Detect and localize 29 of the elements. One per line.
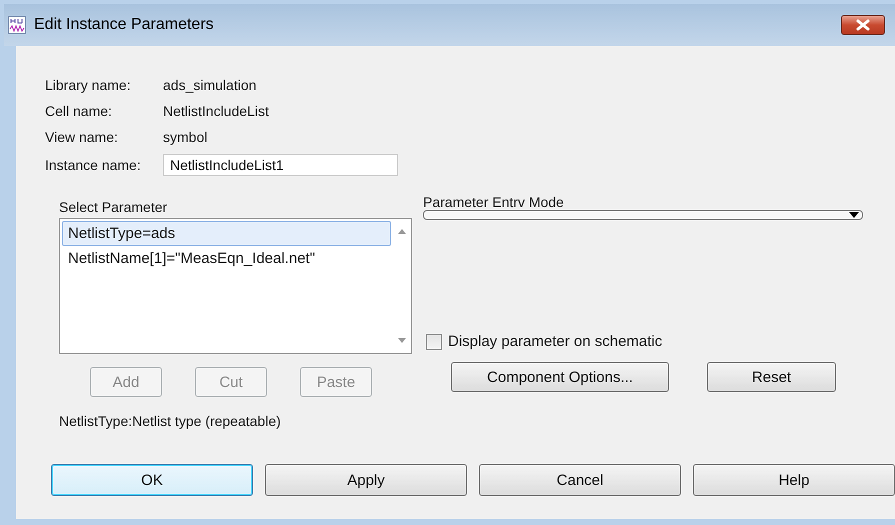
field-value: ads_simulation [163,76,256,95]
dialog-button[interactable]: Apply [265,464,467,496]
scroll-up-icon[interactable] [398,229,406,234]
parameter-item[interactable]: NetlistName[1]="MeasEqn_Ideal.net" [62,246,391,271]
dropdown-caret-icon [849,212,859,218]
parameter-item[interactable]: NetlistType=ads [62,221,391,246]
window-title: Edit Instance Parameters [34,16,215,34]
dialog-button[interactable]: Cancel [479,464,681,496]
close-icon [855,19,871,31]
field-value: symbol [163,128,208,147]
option-button[interactable]: Reset [707,362,836,392]
field-label: Cell name: [45,102,112,121]
entry-mode-dropdown[interactable] [423,210,863,220]
field-label: View name: [45,128,118,147]
waveform-icon [8,16,26,34]
close-button[interactable] [841,15,885,35]
parameter-description: NetlistType:Netlist type (repeatable) [59,413,281,429]
field-label: Instance name: [45,156,141,174]
checkbox-label: Display parameter on schematic [448,333,662,350]
dialog-button[interactable]: Help [693,464,895,496]
checkbox[interactable] [426,334,442,350]
section-label: Select Parameter [59,198,168,216]
instance-name-field[interactable]: NetlistIncludeList1 [163,154,398,176]
section-label: Parameter Entrv Mode [423,194,564,210]
field-label: Library name: [45,76,131,95]
dialog-button[interactable]: OK [51,464,253,496]
scroll-down-icon[interactable] [398,338,406,343]
option-button[interactable]: Component Options... [451,362,669,392]
field-value: NetlistIncludeList [163,102,269,121]
